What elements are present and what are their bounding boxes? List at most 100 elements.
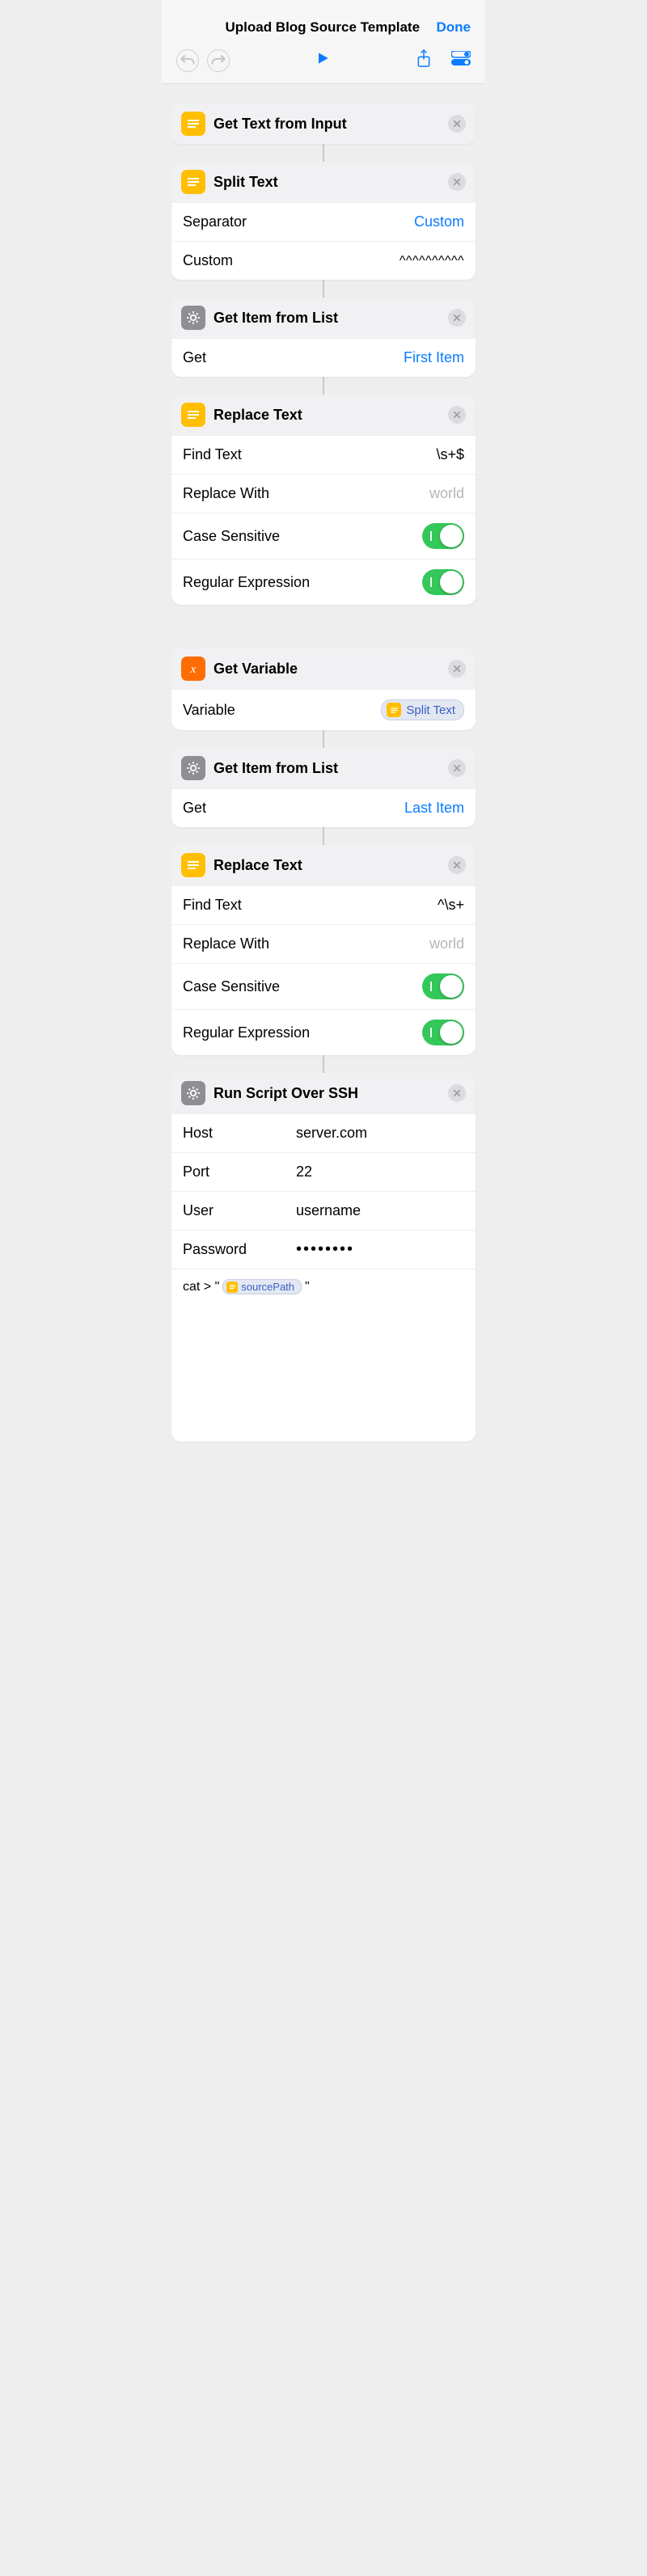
param-label: Get: [183, 349, 206, 366]
action-title: Replace Text: [214, 407, 440, 424]
param-placeholder[interactable]: world: [429, 485, 464, 502]
play-button[interactable]: [315, 50, 331, 70]
param-label: Custom: [183, 252, 233, 269]
action-title: Split Text: [214, 174, 440, 191]
action-card-getText[interactable]: Get Text from Input: [171, 103, 476, 144]
param-label: Replace With: [183, 485, 269, 502]
param-label: Case Sensitive: [183, 978, 280, 995]
param-row: Password••••••••: [171, 1230, 476, 1269]
param-row: Get Last Item: [171, 788, 476, 827]
workflow-canvas: Get Text from Input Split Text Separator…: [162, 84, 485, 1461]
script-text: cat > ": [183, 1280, 219, 1294]
remove-action-button[interactable]: [448, 1084, 466, 1102]
param-label: Find Text: [183, 446, 242, 463]
text-yellow-icon: [181, 112, 205, 136]
settings-toggle-button[interactable]: [451, 51, 471, 70]
remove-action-button[interactable]: [448, 309, 466, 327]
toggle-switch[interactable]: [422, 973, 464, 999]
param-value-link[interactable]: Custom: [414, 213, 464, 230]
action-header: Run Script Over SSH: [171, 1073, 476, 1113]
remove-action-button[interactable]: [448, 173, 466, 191]
param-label: Replace With: [183, 935, 269, 952]
remove-action-button[interactable]: [448, 660, 466, 678]
gear-gray-icon: [181, 756, 205, 780]
text-yellow-icon: [181, 170, 205, 194]
param-row: Host server.com: [171, 1113, 476, 1152]
action-title: Replace Text: [214, 857, 440, 874]
param-row: Custom ^^^^^^^^^^: [171, 241, 476, 280]
action-header: Replace Text: [171, 395, 476, 435]
param-label: Case Sensitive: [183, 528, 280, 545]
param-label: Variable: [183, 702, 235, 719]
toolbar: [162, 42, 485, 84]
param-row: Find Text ^\s+: [171, 885, 476, 924]
undo-button[interactable]: [176, 49, 199, 72]
flow-connector: [323, 377, 324, 395]
action-header: Get Item from List: [171, 748, 476, 788]
param-row: Regular Expression: [171, 1009, 476, 1055]
param-label: User: [183, 1202, 280, 1219]
param-value[interactable]: ^\s+: [438, 897, 464, 914]
password-field[interactable]: ••••••••: [296, 1240, 354, 1259]
action-title: Get Variable: [214, 661, 440, 678]
flow-gap: [171, 610, 476, 644]
param-row: Find Text \s+$: [171, 435, 476, 474]
toggle-switch[interactable]: [422, 1020, 464, 1045]
remove-action-button[interactable]: [448, 759, 466, 777]
param-value[interactable]: 22: [296, 1163, 312, 1180]
flow-connector: [323, 144, 324, 162]
param-row: Case Sensitive: [171, 513, 476, 559]
action-card-replace1[interactable]: Replace Text Find Text \s+$ Replace With wo…: [171, 395, 476, 605]
param-label: Regular Expression: [183, 1024, 310, 1041]
param-row: Replace With world: [171, 924, 476, 963]
param-value-link[interactable]: Last Item: [404, 800, 464, 817]
action-card-replace2[interactable]: Replace Text Find Text ^\s+ Replace With wo…: [171, 845, 476, 1055]
remove-action-button[interactable]: [448, 856, 466, 874]
action-title: Get Item from List: [214, 310, 440, 327]
param-row: Get First Item: [171, 338, 476, 377]
param-placeholder[interactable]: world: [429, 935, 464, 952]
gear-gray-icon: [181, 1081, 205, 1105]
param-value-link[interactable]: First Item: [404, 349, 464, 366]
action-title: Get Text from Input: [214, 116, 440, 133]
param-value[interactable]: server.com: [296, 1125, 367, 1142]
param-row: Regular Expression: [171, 559, 476, 605]
param-row: User username: [171, 1191, 476, 1230]
action-title: Run Script Over SSH: [214, 1085, 440, 1102]
flow-connector: [323, 730, 324, 748]
param-label: Host: [183, 1125, 280, 1142]
param-label: Get: [183, 800, 206, 817]
flow-connector: [323, 280, 324, 298]
param-row: Replace With world: [171, 474, 476, 513]
action-card-getItem2[interactable]: Get Item from List Get Last Item: [171, 748, 476, 827]
action-header: Replace Text: [171, 845, 476, 885]
param-label: Find Text: [183, 897, 242, 914]
variable-chip[interactable]: sourcePath: [222, 1279, 302, 1294]
action-card-getVar[interactable]: Get Variable Variable Split Text: [171, 648, 476, 730]
param-value[interactable]: username: [296, 1202, 361, 1219]
action-header: Split Text: [171, 162, 476, 202]
remove-action-button[interactable]: [448, 406, 466, 424]
variable-chip[interactable]: Split Text: [381, 699, 464, 720]
text-yellow-icon: [181, 403, 205, 427]
param-label: Separator: [183, 213, 247, 230]
param-row: Case Sensitive: [171, 963, 476, 1009]
script-input[interactable]: cat > " sourcePath ": [171, 1269, 476, 1304]
action-card-ssh[interactable]: Run Script Over SSH Host server.com Port 22…: [171, 1073, 476, 1442]
action-card-getItem1[interactable]: Get Item from List Get First Item: [171, 298, 476, 377]
toggle-switch[interactable]: [422, 569, 464, 595]
param-value[interactable]: ^^^^^^^^^^: [400, 254, 464, 268]
share-button[interactable]: [416, 49, 432, 72]
param-value[interactable]: \s+$: [436, 446, 464, 463]
done-button[interactable]: Done: [437, 19, 472, 36]
action-header: Get Item from List: [171, 298, 476, 338]
action-card-splitText[interactable]: Split Text Separator Custom Custom ^^^^^^^^…: [171, 162, 476, 280]
param-row: Separator Custom: [171, 202, 476, 241]
page-title: Upload Blog Source Template: [225, 19, 420, 36]
param-label: Port: [183, 1163, 280, 1180]
remove-action-button[interactable]: [448, 115, 466, 133]
redo-button[interactable]: [207, 49, 230, 72]
toggle-switch[interactable]: [422, 523, 464, 549]
flow-connector: [323, 827, 324, 845]
text-yellow-icon: [181, 853, 205, 877]
